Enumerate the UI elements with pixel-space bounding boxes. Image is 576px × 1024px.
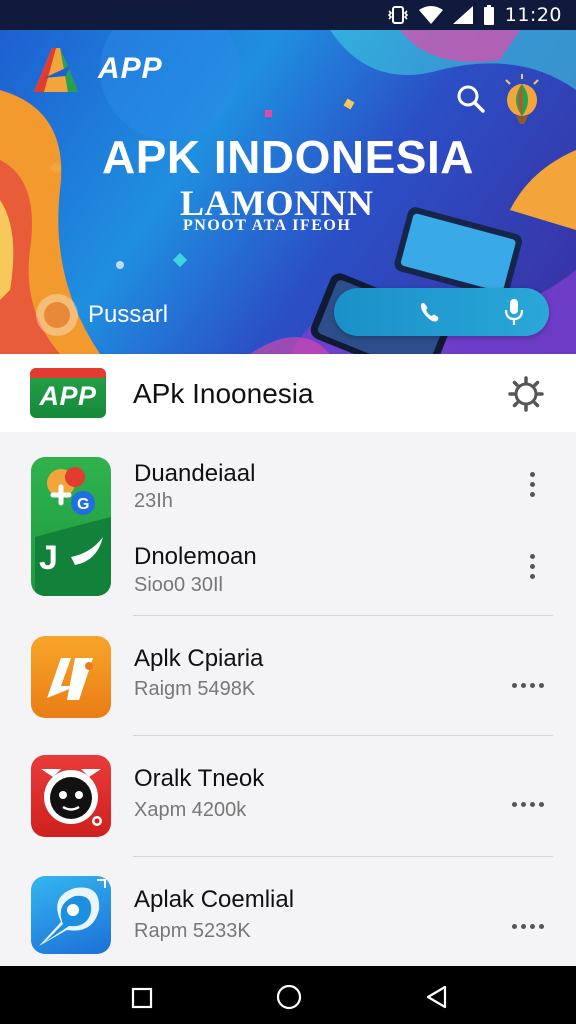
vibrate-icon: [387, 5, 409, 25]
wifi-icon: [418, 6, 443, 24]
banner-user[interactable]: Pussarl: [36, 294, 168, 336]
recent-apps-icon[interactable]: [131, 987, 153, 1014]
list-item-title[interactable]: Aplk Cpiaria: [134, 645, 263, 673]
more-vertical-icon[interactable]: [528, 472, 536, 497]
status-time: 11:20: [504, 4, 562, 26]
page-title: APk Inoonesia: [133, 378, 314, 409]
screen: 11:20 APP APK INDONESIA LAMONNN PNOOT AT…: [0, 0, 576, 1024]
back-icon[interactable]: [425, 985, 449, 1014]
app-icon-duandeiaal[interactable]: G J: [31, 457, 111, 596]
list-item-subtitle: Xapm 4200k: [134, 799, 247, 821]
list-item-title[interactable]: Dnolemoan: [134, 543, 257, 571]
app-logo-icon: [34, 48, 78, 92]
divider: [133, 615, 553, 616]
user-name: Pussarl: [88, 301, 169, 328]
phone-icon[interactable]: [417, 300, 441, 324]
more-horizontal-icon[interactable]: [512, 681, 544, 689]
list-item-subtitle: Sioo0 30Il: [134, 574, 223, 596]
app-header: APP APk Inoonesia: [0, 354, 576, 432]
app-icon-aplk-cpiaria[interactable]: [31, 636, 111, 718]
list-item-subtitle: Rapm 5233K: [134, 920, 251, 942]
battery-icon: [483, 5, 495, 25]
svg-text:J: J: [39, 539, 58, 577]
signal-icon: [452, 6, 473, 24]
app-list: G J Duandeiaal 23Ih Dnolemoan Sioo0 30Il…: [0, 432, 576, 966]
divider: [133, 856, 553, 857]
more-vertical-icon[interactable]: [528, 554, 536, 579]
banner-tagline: PNOOT ATA IFEOH: [183, 217, 352, 234]
banner-title: APK INDONESIA: [102, 131, 474, 183]
list-item-title[interactable]: Duandeiaal: [134, 460, 255, 488]
divider: [133, 735, 553, 736]
app-logo-text: APP: [39, 380, 97, 411]
microphone-icon[interactable]: [503, 297, 525, 327]
list-item-subtitle: Raigm 5498K: [134, 678, 256, 700]
call-controls: [334, 288, 549, 336]
list-item-subtitle: 23Ih: [134, 490, 173, 512]
app-logo[interactable]: APP: [30, 368, 106, 418]
home-icon[interactable]: [276, 984, 302, 1015]
svg-text:G: G: [77, 496, 89, 513]
navigation-bar: [0, 966, 576, 1024]
list-item-title[interactable]: Oralk Tneok: [134, 765, 264, 793]
settings-icon[interactable]: [506, 374, 546, 419]
balloon-icon[interactable]: [500, 74, 544, 133]
app-icon-aplak-coemlial[interactable]: [31, 876, 111, 954]
user-avatar: [36, 294, 78, 336]
more-horizontal-icon[interactable]: [512, 800, 544, 808]
list-item-title[interactable]: Aplak Coemlial: [134, 886, 294, 914]
hero-banner[interactable]: APP APK INDONESIA LAMONNN PNOOT ATA IFEO…: [0, 30, 576, 354]
more-horizontal-icon[interactable]: [512, 922, 544, 930]
status-bar: 11:20: [0, 0, 576, 30]
search-icon[interactable]: [456, 84, 486, 119]
app-icon-oralk-tneok[interactable]: [31, 755, 111, 837]
banner-brand: APP: [98, 52, 163, 85]
